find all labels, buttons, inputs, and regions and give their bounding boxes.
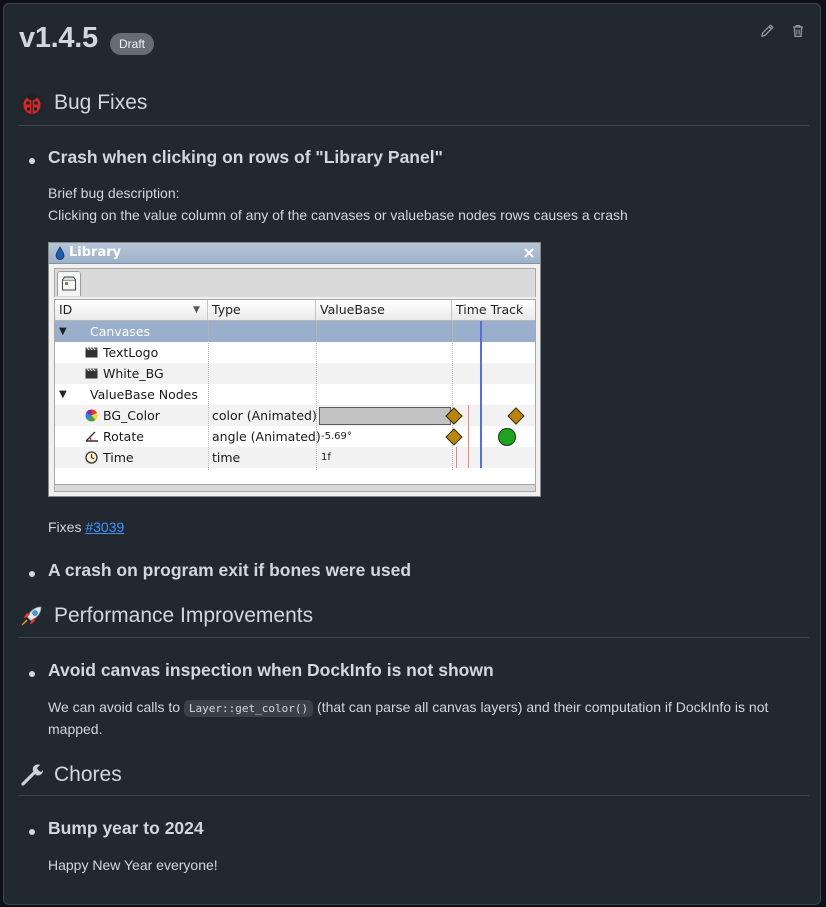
library-tree-header: ID ▼ Type ValueBase Time Track — [55, 300, 535, 321]
table-row[interactable]: Rotate angle (Animated) -5.69° — [55, 426, 535, 447]
bug-description-text: Clicking on the value column of any of t… — [48, 207, 628, 223]
inline-code: Layer::get_color() — [183, 700, 314, 717]
list-bullet — [29, 571, 35, 577]
issue-link[interactable]: #3039 — [85, 519, 124, 535]
rocket-icon — [21, 606, 42, 626]
waypoint-diamond-icon[interactable] — [445, 407, 463, 425]
bug-description-label: Brief bug description: — [48, 185, 180, 201]
section-divider — [19, 125, 809, 126]
sort-arrow-icon: ▼ — [193, 305, 200, 315]
chores-item-title: Bump year to 2024 — [48, 818, 204, 838]
wrench-icon — [21, 764, 44, 786]
col-header-valuebase[interactable]: ValueBase — [316, 300, 452, 320]
column-separator — [208, 320, 209, 470]
col-header-type[interactable]: Type — [208, 300, 316, 320]
time-cursor[interactable] — [480, 321, 482, 468]
section-divider — [19, 637, 809, 638]
table-row[interactable]: TextLogo — [55, 342, 535, 363]
table-row[interactable]: White_BG — [55, 363, 535, 384]
library-tree: ID ▼ Type ValueBase Time Track ▼ Canvase… — [54, 299, 536, 485]
table-row[interactable]: ▼ Canvases — [55, 321, 535, 342]
synfig-drop-icon — [55, 246, 65, 260]
section-divider — [19, 795, 809, 796]
row-id: Rotate — [103, 429, 144, 444]
waypoint-circle-icon[interactable] — [497, 427, 517, 447]
color-value-swatch[interactable] — [319, 407, 451, 425]
table-row[interactable]: ▼ ValueBase Nodes — [55, 384, 535, 405]
row-id: TextLogo — [103, 345, 159, 360]
library-tab-icon — [62, 276, 76, 291]
performance-heading: Performance Improvements — [19, 603, 313, 629]
color-wheel-icon — [85, 409, 98, 422]
list-bullet — [29, 158, 35, 164]
waypoint-diamond-icon[interactable] — [445, 428, 463, 446]
row-id: White_BG — [103, 366, 164, 381]
row-type: time — [212, 450, 241, 465]
clock-icon — [85, 451, 98, 464]
close-icon[interactable] — [523, 247, 535, 259]
row-type: color (Animated) — [212, 408, 317, 423]
col-header-time-track[interactable]: Time Track — [452, 300, 535, 320]
expander-arrow-icon[interactable]: ▼ — [59, 384, 67, 405]
bug-fixes-label: Bug Fixes — [54, 91, 148, 114]
angle-icon — [85, 431, 98, 442]
performance-label: Performance Improvements — [54, 604, 314, 627]
fixes-line: Fixes #3039 — [48, 519, 125, 535]
library-tabstrip — [54, 268, 536, 297]
library-window-titlebar: Library — [49, 243, 540, 264]
performance-item-title: Avoid canvas inspection when DockInfo is… — [48, 660, 494, 680]
library-window-title: Library — [69, 245, 122, 260]
bug-item-title: A crash on program exit if bones were us… — [48, 560, 412, 580]
row-type: angle (Animated) — [212, 429, 321, 444]
keyframe-line — [456, 447, 457, 468]
clapper-icon — [85, 347, 98, 358]
performance-item-text: We can avoid calls to Layer::get_color()… — [48, 699, 769, 737]
library-tab[interactable] — [57, 271, 81, 296]
row-id: ValueBase Nodes — [90, 387, 198, 402]
library-panel-screenshot: Library ID ▼ Type ValueBase Time Track ▼… — [48, 242, 541, 497]
chores-item-text: Happy New Year everyone! — [48, 857, 218, 873]
column-separator — [452, 320, 453, 470]
row-id: Time — [103, 450, 134, 465]
keyframe-line — [468, 405, 469, 468]
list-bullet — [29, 829, 35, 835]
column-separator — [316, 320, 317, 470]
table-row[interactable]: Time time 1f — [55, 447, 535, 468]
table-row[interactable]: BG_Color color (Animated) — [55, 405, 535, 426]
list-bullet — [29, 671, 35, 677]
library-scrollbar[interactable] — [54, 484, 536, 492]
bug-fixes-heading: Bug Fixes — [19, 90, 147, 116]
row-id: BG_Color — [103, 408, 160, 423]
col-header-id[interactable]: ID ▼ — [55, 300, 208, 320]
row-id: Canvases — [90, 324, 151, 339]
release-card: v1.4.5 Draft Bug Fixes Crash when clicki… — [3, 3, 821, 905]
ladybug-icon — [20, 92, 44, 114]
draft-badge: Draft — [110, 33, 155, 55]
trash-icon[interactable] — [790, 23, 806, 39]
bug-item-title: Crash when clicking on rows of "Library … — [48, 147, 443, 167]
pencil-icon[interactable] — [759, 23, 775, 39]
chores-label: Chores — [54, 763, 122, 786]
release-title: v1.4.5 — [19, 22, 98, 54]
waypoint-diamond-icon[interactable] — [507, 407, 525, 425]
row-value[interactable]: -5.69° — [321, 426, 352, 447]
chores-heading: Chores — [19, 762, 122, 788]
expander-arrow-icon[interactable]: ▼ — [59, 321, 67, 342]
clapper-icon — [85, 368, 98, 379]
row-value[interactable]: 1f — [321, 447, 331, 468]
